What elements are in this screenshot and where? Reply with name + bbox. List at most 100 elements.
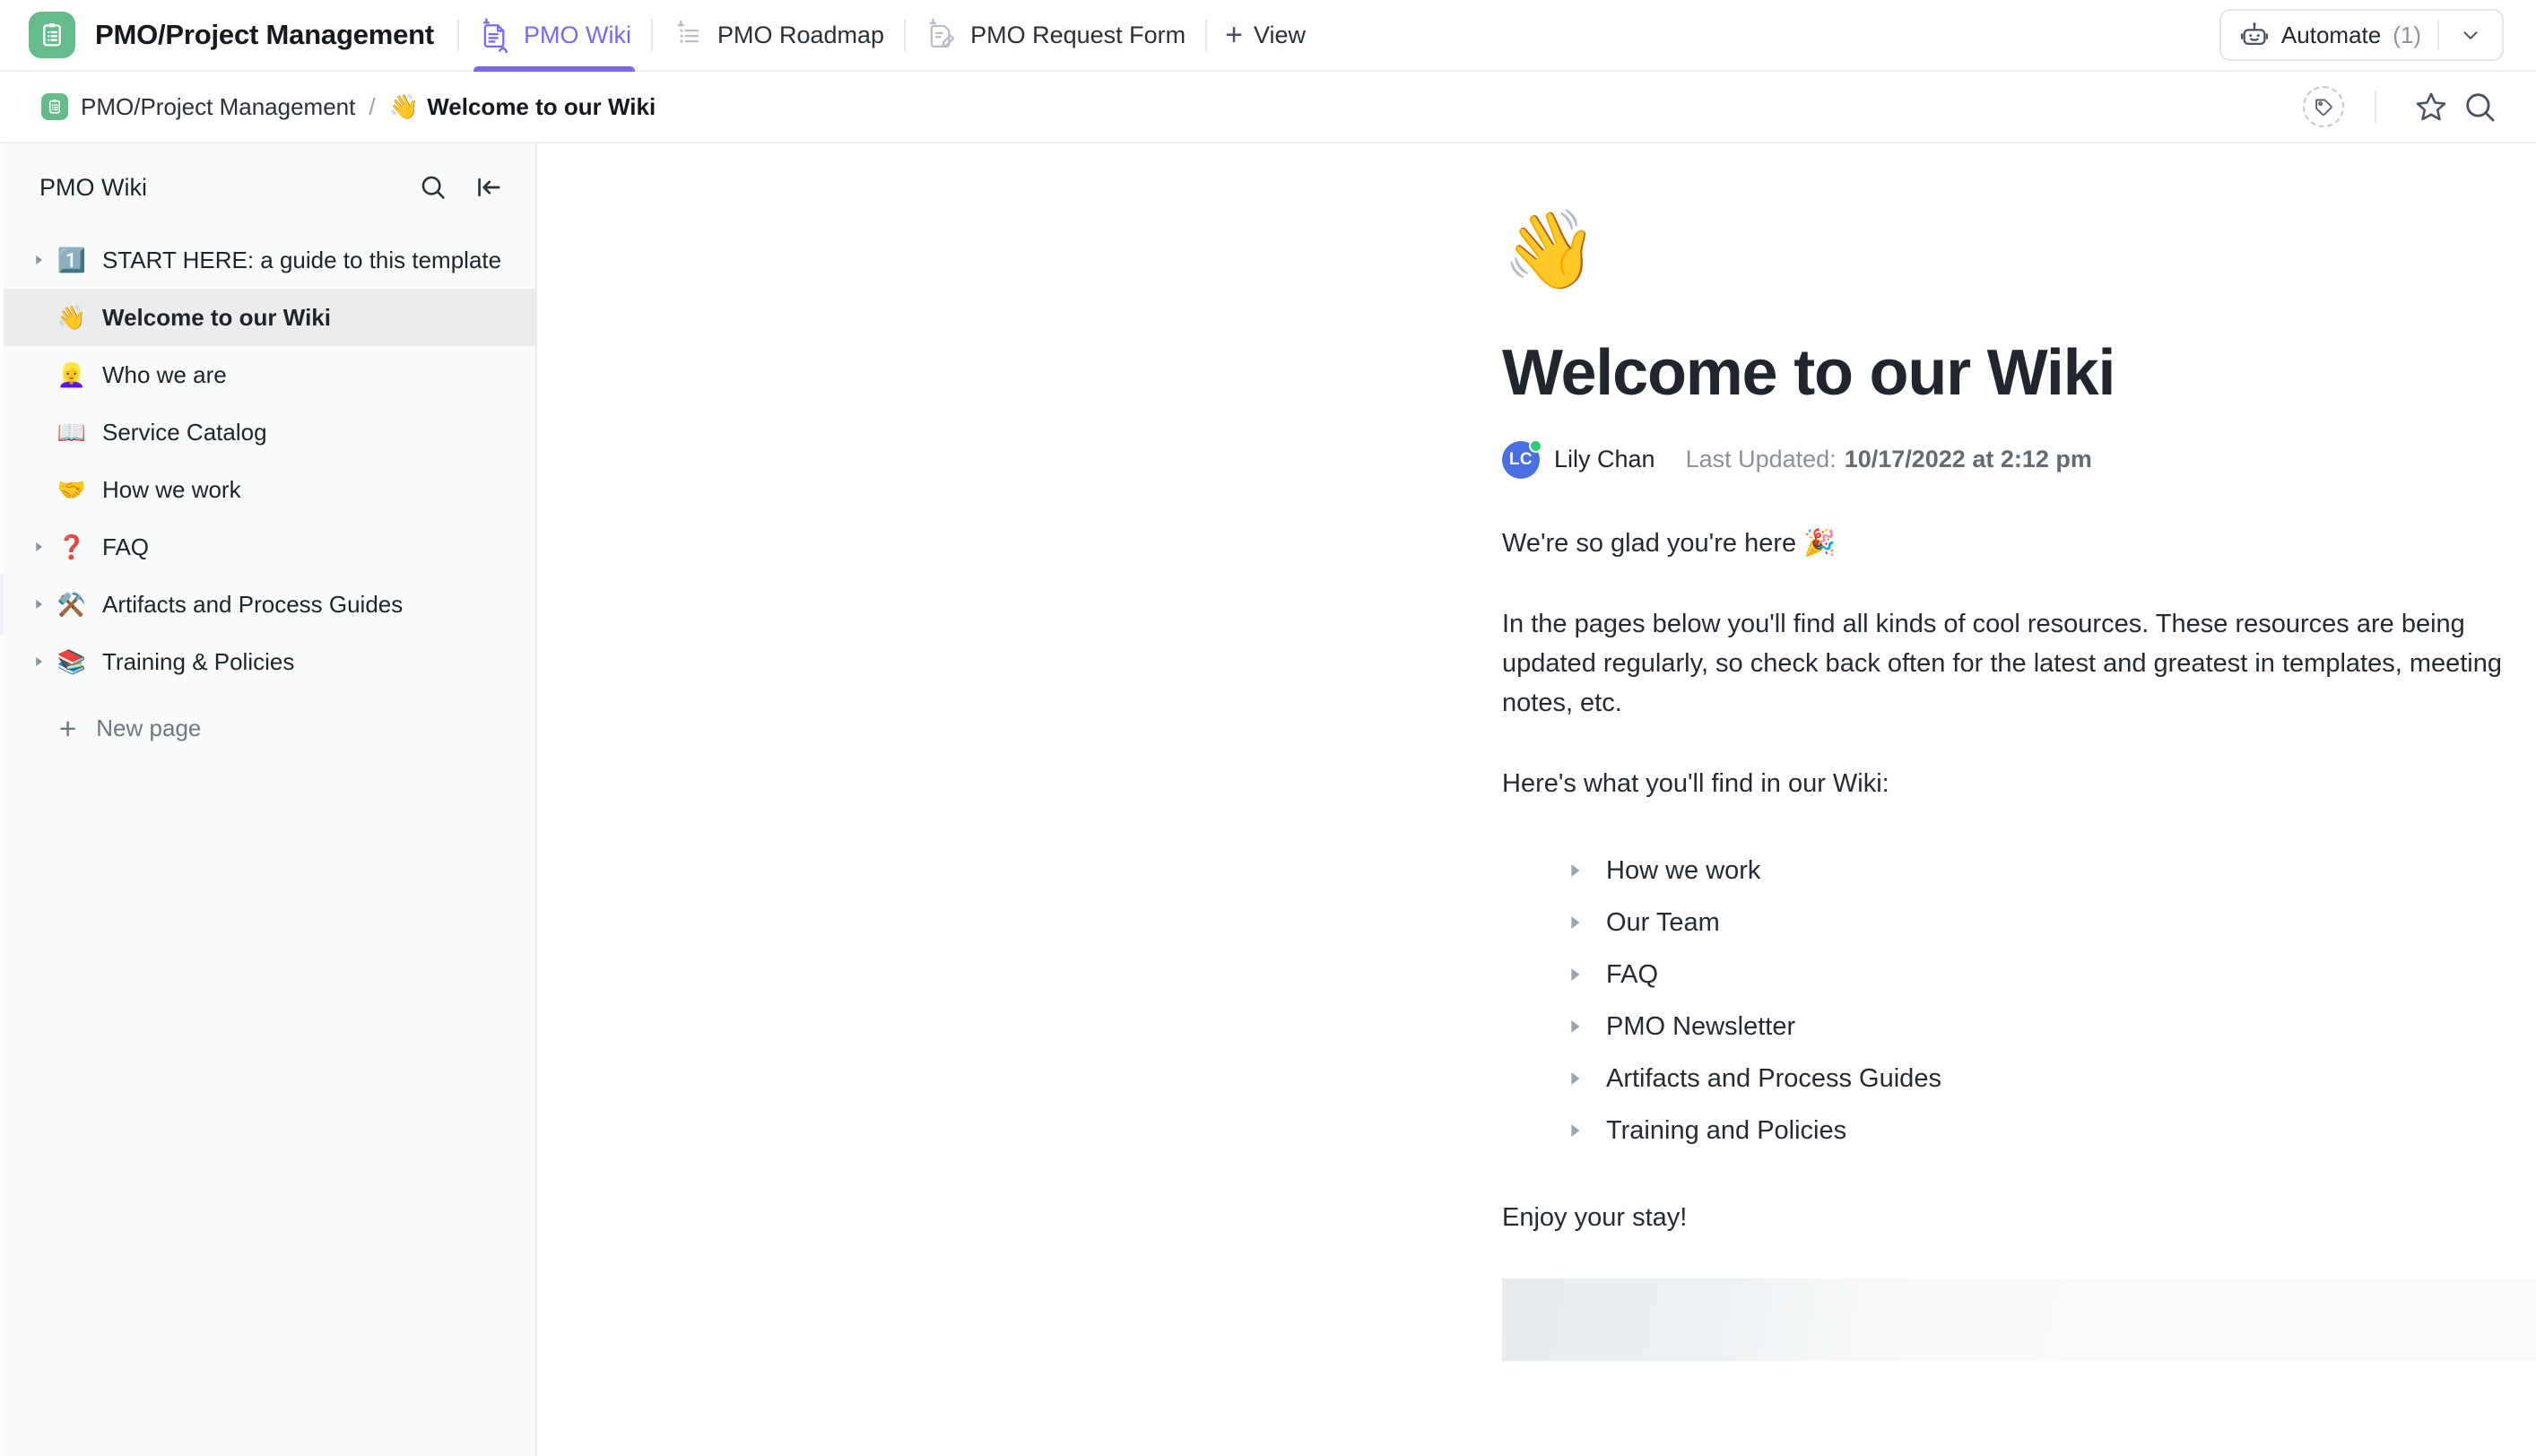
list-item-label: Artifacts and Process Guides <box>1606 1063 1941 1093</box>
sidebar-item-label: Training & Policies <box>102 647 295 675</box>
list-item[interactable]: How we work <box>1563 845 2536 897</box>
breadcrumb-separator: / <box>369 92 376 120</box>
last-updated-label: Last Updated: <box>1685 446 1837 473</box>
tab-pmo-request-form[interactable]: PMO Request Form <box>904 0 1205 71</box>
automate-button[interactable]: Automate (1) <box>2219 9 2504 61</box>
list-item[interactable]: PMO Newsletter <box>1563 1001 2536 1053</box>
page-emoji: 👱‍♀️ <box>56 361 87 388</box>
triangle-bullet-icon <box>1563 1122 1586 1139</box>
paragraph-intro: In the pages below you'll find all kinds… <box>1502 609 2502 717</box>
tab-label: PMO Request Form <box>970 21 1186 48</box>
sidebar-item-service-catalog[interactable]: 📖 Service Catalog <box>4 403 535 461</box>
author-name: Lily Chan <box>1554 446 1655 473</box>
star-icon[interactable] <box>2407 82 2455 131</box>
collapse-sidebar-icon[interactable] <box>469 168 508 207</box>
tab-label: PMO Wiki <box>524 21 631 48</box>
triangle-bullet-icon <box>1563 966 1586 983</box>
list-item[interactable]: Artifacts and Process Guides <box>1563 1053 2536 1105</box>
doc-home-pinned-icon <box>477 17 513 53</box>
sidebar-item-label: Welcome to our Wiki <box>102 303 331 331</box>
new-page-button[interactable]: + New page <box>4 699 535 757</box>
sidebar-page-list: 1️⃣ START HERE: a guide to this template… <box>4 231 535 757</box>
plus-icon: + <box>59 711 77 745</box>
tag-icon[interactable] <box>2303 86 2344 127</box>
space-icon[interactable] <box>41 93 68 120</box>
page-title[interactable]: Welcome to our Wiki <box>1502 338 2536 409</box>
sidebar-item-how-we-work[interactable]: 🤝 How we work <box>4 461 535 518</box>
list-item-label: Training and Policies <box>1606 1115 1847 1145</box>
paragraph-greeting: We're so glad you're here 🎉 <box>1502 528 1837 558</box>
sidebar-item-artifacts-and-process-guides[interactable]: ⚒️ Artifacts and Process Guides <box>4 576 535 633</box>
form-pinned-icon <box>924 17 960 53</box>
automate-label: Automate <box>2280 21 2382 48</box>
chevron-right-icon[interactable] <box>25 541 52 553</box>
page-emoji: ⚒️ <box>56 591 87 618</box>
triangle-bullet-icon <box>1563 914 1586 931</box>
paragraph-list-lead-in: Here's what you'll find in our Wiki: <box>1502 769 1889 799</box>
triangle-bullet-icon <box>1563 1070 1586 1087</box>
breadcrumb-space-link[interactable]: PMO/Project Management <box>81 93 355 121</box>
search-icon[interactable] <box>413 168 453 207</box>
new-page-label: New page <box>96 714 202 741</box>
list-item-label: PMO Newsletter <box>1606 1011 1796 1041</box>
embedded-image-block <box>1502 1278 2536 1362</box>
page-emoji: 👋 <box>56 304 87 331</box>
app-title: PMO/Project Management <box>95 19 435 50</box>
sidebar-item-label: FAQ <box>102 533 150 560</box>
list-item-label: Our Team <box>1606 907 1720 937</box>
sidebar-item-start-here[interactable]: 1️⃣ START HERE: a guide to this template <box>4 231 535 289</box>
paragraph-closing: Enjoy your stay! <box>1502 1203 1688 1233</box>
wiki-sidebar: PMO Wiki 1️⃣ START HERE: a guide to this… <box>4 143 537 1456</box>
presence-dot <box>1529 438 1542 453</box>
automate-main[interactable]: Automate (1) <box>2221 11 2437 59</box>
add-view-label: View <box>1254 21 1307 48</box>
list-item[interactable]: Training and Policies <box>1563 1105 2536 1157</box>
tab-pmo-roadmap[interactable]: PMO Roadmap <box>651 0 904 71</box>
sidebar-item-label: Who we are <box>102 360 227 388</box>
chevron-down-icon[interactable] <box>2439 23 2502 47</box>
list-pinned-icon <box>671 17 707 53</box>
sidebar-item-faq[interactable]: ❓ FAQ <box>4 518 535 576</box>
chevron-right-icon[interactable] <box>25 598 52 611</box>
wiki-contents-list: How we work Our Team FAQ PMO Newsletter … <box>1563 845 2536 1157</box>
list-item[interactable]: FAQ <box>1563 949 2536 1001</box>
automate-count: (1) <box>2393 21 2421 48</box>
chevron-right-icon[interactable] <box>25 655 52 668</box>
sidebar-item-label: Service Catalog <box>102 418 267 446</box>
sidebar-item-label: START HERE: a guide to this template <box>102 246 502 273</box>
sidebar-item-who-we-are[interactable]: 👱‍♀️ Who we are <box>4 346 535 403</box>
plus-icon: + <box>1225 18 1243 52</box>
sidebar-header: PMO Wiki <box>4 143 535 231</box>
page-emoji: ❓ <box>56 533 87 560</box>
divider <box>2375 91 2376 123</box>
last-updated-value: 10/17/2022 at 2:12 pm <box>1844 446 2092 473</box>
search-icon[interactable] <box>2455 82 2504 131</box>
sidebar-item-training-and-policies[interactable]: 📚 Training & Policies <box>4 633 535 690</box>
page-emoji: 1️⃣ <box>56 247 87 273</box>
breadcrumb-actions <box>2303 82 2504 131</box>
body: PMO Wiki 1️⃣ START HERE: a guide to this… <box>0 143 2536 1456</box>
tab-pmo-wiki[interactable]: PMO Wiki <box>457 0 651 73</box>
app-root: PMO/Project Management PMO Wiki PMO Road… <box>0 0 2536 1456</box>
document: 👋 Welcome to our Wiki LC Lily Chan Last … <box>537 143 2536 1237</box>
sidebar-header-actions <box>413 168 508 207</box>
triangle-bullet-icon <box>1563 862 1586 879</box>
add-view-button[interactable]: + View <box>1205 0 1325 71</box>
page-cover-emoji[interactable]: 👋 <box>1502 212 2536 289</box>
chevron-right-icon[interactable] <box>25 254 52 266</box>
page-emoji: 📚 <box>56 648 87 675</box>
breadcrumb-current-page: Welcome to our Wiki <box>427 92 656 120</box>
avatar[interactable]: LC <box>1502 438 1542 479</box>
sidebar-item-welcome-to-our-wiki[interactable]: 👋 Welcome to our Wiki <box>4 289 535 346</box>
page-emoji: 🤝 <box>56 476 87 503</box>
list-item[interactable]: Our Team <box>1563 897 2536 949</box>
page-emoji: 📖 <box>56 419 87 446</box>
sidebar-title: PMO Wiki <box>39 173 147 201</box>
breadcrumb-page-emoji: 👋 <box>388 93 420 120</box>
list-item-label: FAQ <box>1606 959 1659 989</box>
tab-label: PMO Roadmap <box>717 21 885 48</box>
breadcrumb-bar: PMO/Project Management / 👋 Welcome to ou… <box>0 72 2536 143</box>
clipboard-checklist-icon[interactable] <box>29 12 75 58</box>
sidebar-item-label: How we work <box>102 475 241 503</box>
view-tabs: PMO Wiki PMO Roadmap PMO Request Form + … <box>457 0 1325 73</box>
